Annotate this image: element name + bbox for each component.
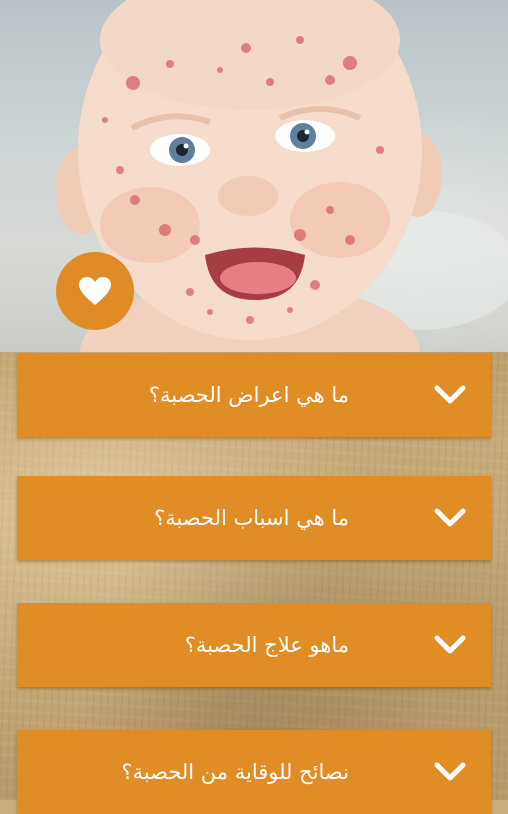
question-label: ما هي اسباب الحصبة؟ [154, 506, 349, 530]
chevron-down-icon[interactable] [431, 756, 469, 788]
question-label: نصائح للوقاية من الحصبة؟ [121, 760, 349, 784]
chevron-down-icon[interactable] [431, 629, 469, 661]
question-label: ماهو علاج الحصبة؟ [184, 633, 349, 657]
chevron-down-icon[interactable] [431, 379, 469, 411]
question-card-prevention[interactable]: نصائح للوقاية من الحصبة؟ [17, 730, 491, 814]
question-label: ما هي اعراض الحصبة؟ [148, 383, 349, 407]
favorite-button[interactable] [56, 252, 134, 330]
chevron-down-icon[interactable] [431, 502, 469, 534]
question-card-causes[interactable]: ما هي اسباب الحصبة؟ [17, 476, 491, 560]
heart-icon [79, 277, 111, 305]
question-card-treatment[interactable]: ماهو علاج الحصبة؟ [17, 603, 491, 687]
question-card-symptoms[interactable]: ما هي اعراض الحصبة؟ [17, 353, 491, 437]
